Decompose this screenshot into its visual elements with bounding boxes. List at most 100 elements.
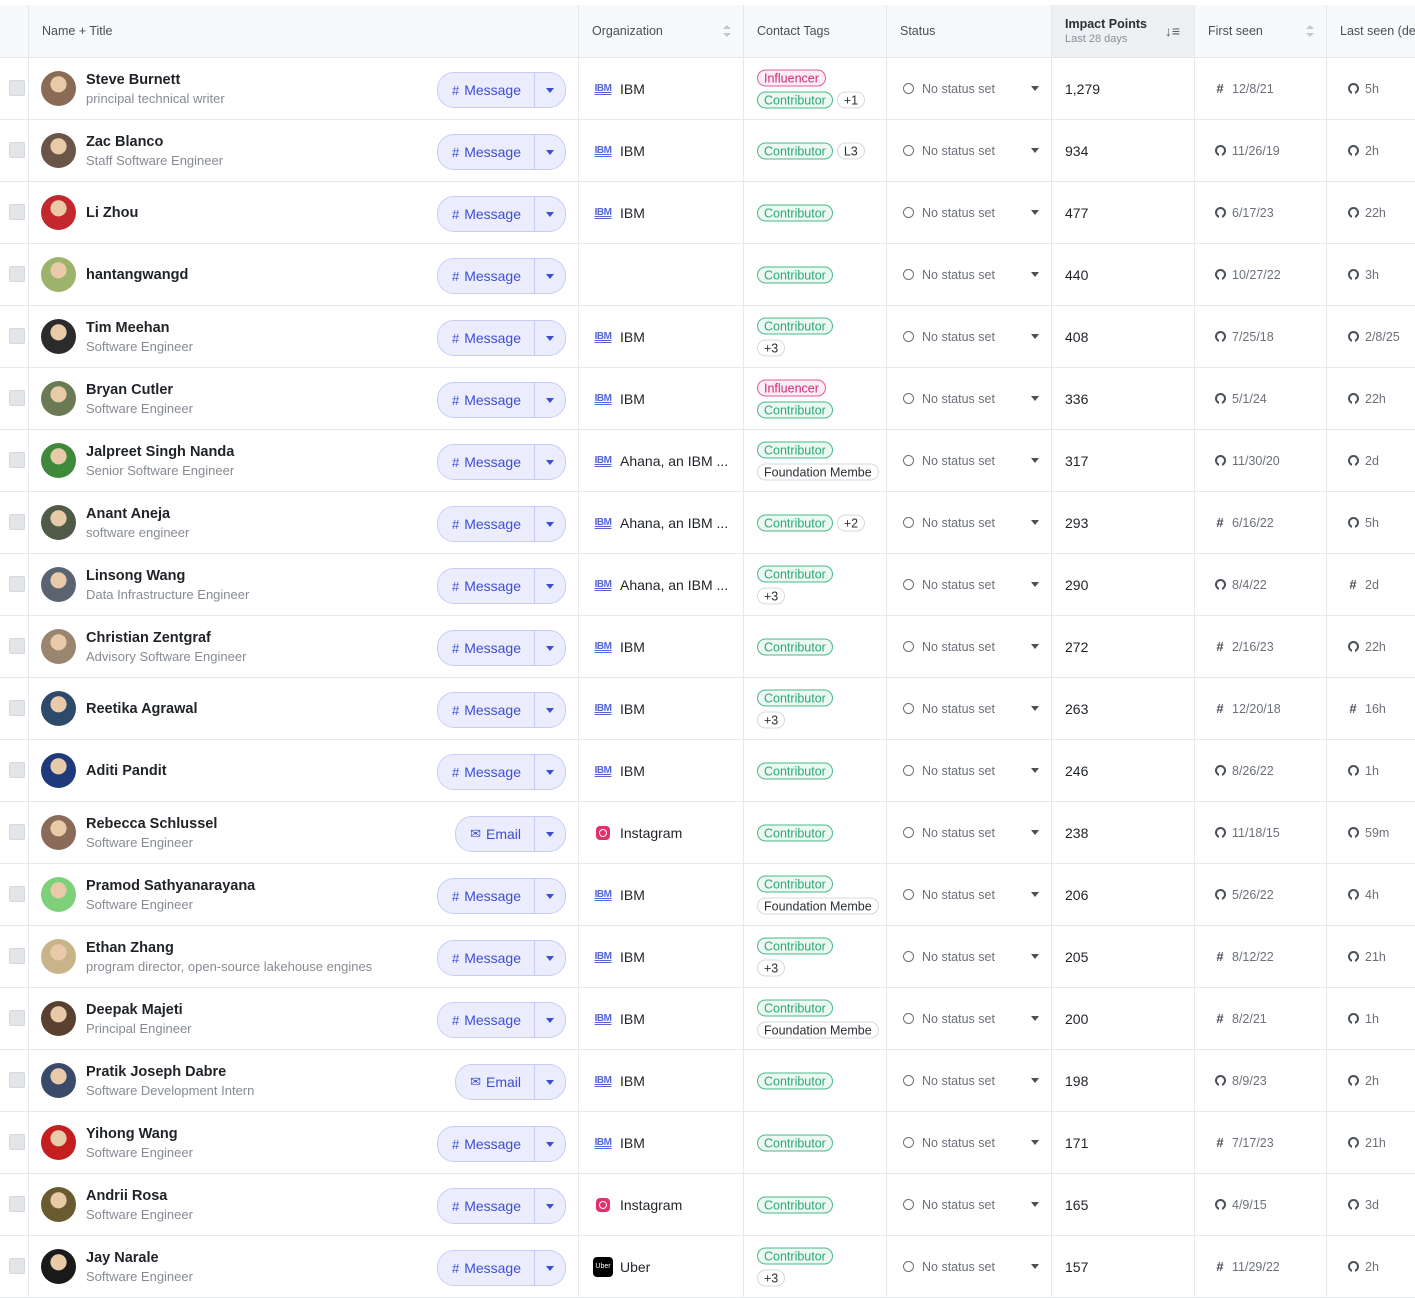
avatar[interactable] [41,753,76,788]
organization[interactable]: IBM Ahana, an IBM ... [592,515,729,531]
avatar[interactable] [41,1187,76,1222]
message-button[interactable]: # Message [438,507,535,541]
sort-icon[interactable] [1306,25,1314,37]
action-dropdown-button[interactable] [535,631,565,665]
avatar[interactable] [41,1063,76,1098]
sort-icon[interactable] [723,25,731,37]
contact-name[interactable]: Christian Zentgraf [86,630,246,646]
avatar[interactable] [41,939,76,974]
tag-more-count[interactable]: +3 [757,959,786,976]
action-dropdown-button[interactable] [535,197,565,231]
tag-contributor[interactable]: Contributor [757,401,833,418]
contact-name[interactable]: Pramod Sathyanarayana [86,878,255,894]
organization[interactable]: Uber Uber [592,1256,650,1277]
contact-name[interactable]: Anant Aneja [86,506,189,522]
row-checkbox[interactable] [9,886,25,902]
tag-contributor[interactable]: Contributor [757,204,833,221]
row-checkbox[interactable] [9,142,25,158]
status-dropdown[interactable]: No status set [903,454,1039,468]
avatar[interactable] [41,1249,76,1284]
action-dropdown-button[interactable] [535,693,565,727]
action-dropdown-button[interactable] [535,73,565,107]
organization[interactable]: IBM IBM [592,701,645,717]
message-button[interactable]: # Message [438,755,535,789]
status-dropdown[interactable]: No status set [903,1012,1039,1026]
tag-more-count[interactable]: +1 [836,91,866,108]
tag-extra[interactable]: Foundation Membe [757,897,879,914]
status-dropdown[interactable]: No status set [903,392,1039,406]
organization[interactable]: IBM IBM [592,1073,645,1089]
contact-name[interactable]: hantangwangd [86,267,188,283]
message-button[interactable]: # Message [438,321,535,355]
tag-influencer[interactable]: Influencer [757,69,826,86]
row-checkbox[interactable] [9,1010,25,1026]
status-dropdown[interactable]: No status set [903,950,1039,964]
organization[interactable]: IBM IBM [592,81,645,97]
contact-name[interactable]: Tim Meehan [86,320,193,336]
avatar[interactable] [41,629,76,664]
organization[interactable]: IBM IBM [592,1011,645,1027]
tag-extra[interactable]: L3 [836,142,865,159]
header-last-seen[interactable]: Last seen (de [1327,5,1415,57]
row-checkbox[interactable] [9,1258,25,1274]
status-dropdown[interactable]: No status set [903,702,1039,716]
message-button[interactable]: # Message [438,259,535,293]
organization[interactable]: Instagram [592,825,682,841]
row-checkbox[interactable] [9,1196,25,1212]
tag-contributor[interactable]: Contributor [757,91,833,108]
contact-name[interactable]: Yihong Wang [86,1126,193,1142]
tag-contributor[interactable]: Contributor [757,824,833,841]
contact-name[interactable]: Linsong Wang [86,568,249,584]
tag-more-count[interactable]: +3 [757,1269,786,1286]
contact-name[interactable]: Reetika Agrawal [86,701,197,717]
action-dropdown-button[interactable] [535,1127,565,1161]
contact-name[interactable]: Jalpreet Singh Nanda [86,444,234,460]
message-button[interactable]: # Message [438,879,535,913]
action-dropdown-button[interactable] [535,135,565,169]
row-checkbox[interactable] [9,80,25,96]
tag-contributor[interactable]: Contributor [757,441,833,458]
contact-name[interactable]: Aditi Pandit [86,763,167,779]
row-checkbox[interactable] [9,638,25,654]
tag-contributor[interactable]: Contributor [757,875,833,892]
organization[interactable]: IBM IBM [592,143,645,159]
row-checkbox[interactable] [9,514,25,530]
tag-contributor[interactable]: Contributor [757,1247,833,1264]
status-dropdown[interactable]: No status set [903,1198,1039,1212]
row-checkbox[interactable] [9,1072,25,1088]
avatar[interactable] [41,1125,76,1160]
tag-contributor[interactable]: Contributor [757,638,833,655]
header-contact-tags[interactable]: Contact Tags [744,5,887,57]
message-button[interactable]: # Message [438,383,535,417]
avatar[interactable] [41,691,76,726]
organization[interactable]: IBM IBM [592,391,645,407]
email-button[interactable]: ✉ Email [456,817,535,851]
organization[interactable]: IBM IBM [592,205,645,221]
header-impact-points[interactable]: Impact Points Last 28 days ↓≡ [1052,5,1195,57]
status-dropdown[interactable]: No status set [903,640,1039,654]
organization[interactable]: IBM Ahana, an IBM ... [592,577,729,593]
status-dropdown[interactable]: No status set [903,144,1039,158]
message-button[interactable]: # Message [438,693,535,727]
status-dropdown[interactable]: No status set [903,826,1039,840]
organization[interactable]: IBM IBM [592,639,645,655]
message-button[interactable]: # Message [438,73,535,107]
status-dropdown[interactable]: No status set [903,268,1039,282]
tag-contributor[interactable]: Contributor [757,1134,833,1151]
row-checkbox[interactable] [9,328,25,344]
row-checkbox[interactable] [9,204,25,220]
organization[interactable]: IBM IBM [592,949,645,965]
message-button[interactable]: # Message [438,631,535,665]
email-button[interactable]: ✉ Email [456,1065,535,1099]
tag-contributor[interactable]: Contributor [757,565,833,582]
avatar[interactable] [41,877,76,912]
status-dropdown[interactable]: No status set [903,764,1039,778]
action-dropdown-button[interactable] [535,1251,565,1285]
organization[interactable]: Instagram [592,1197,682,1213]
action-dropdown-button[interactable] [535,569,565,603]
tag-extra[interactable]: Foundation Membe [757,463,879,480]
status-dropdown[interactable]: No status set [903,206,1039,220]
avatar[interactable] [41,319,76,354]
avatar[interactable] [41,567,76,602]
avatar[interactable] [41,815,76,850]
